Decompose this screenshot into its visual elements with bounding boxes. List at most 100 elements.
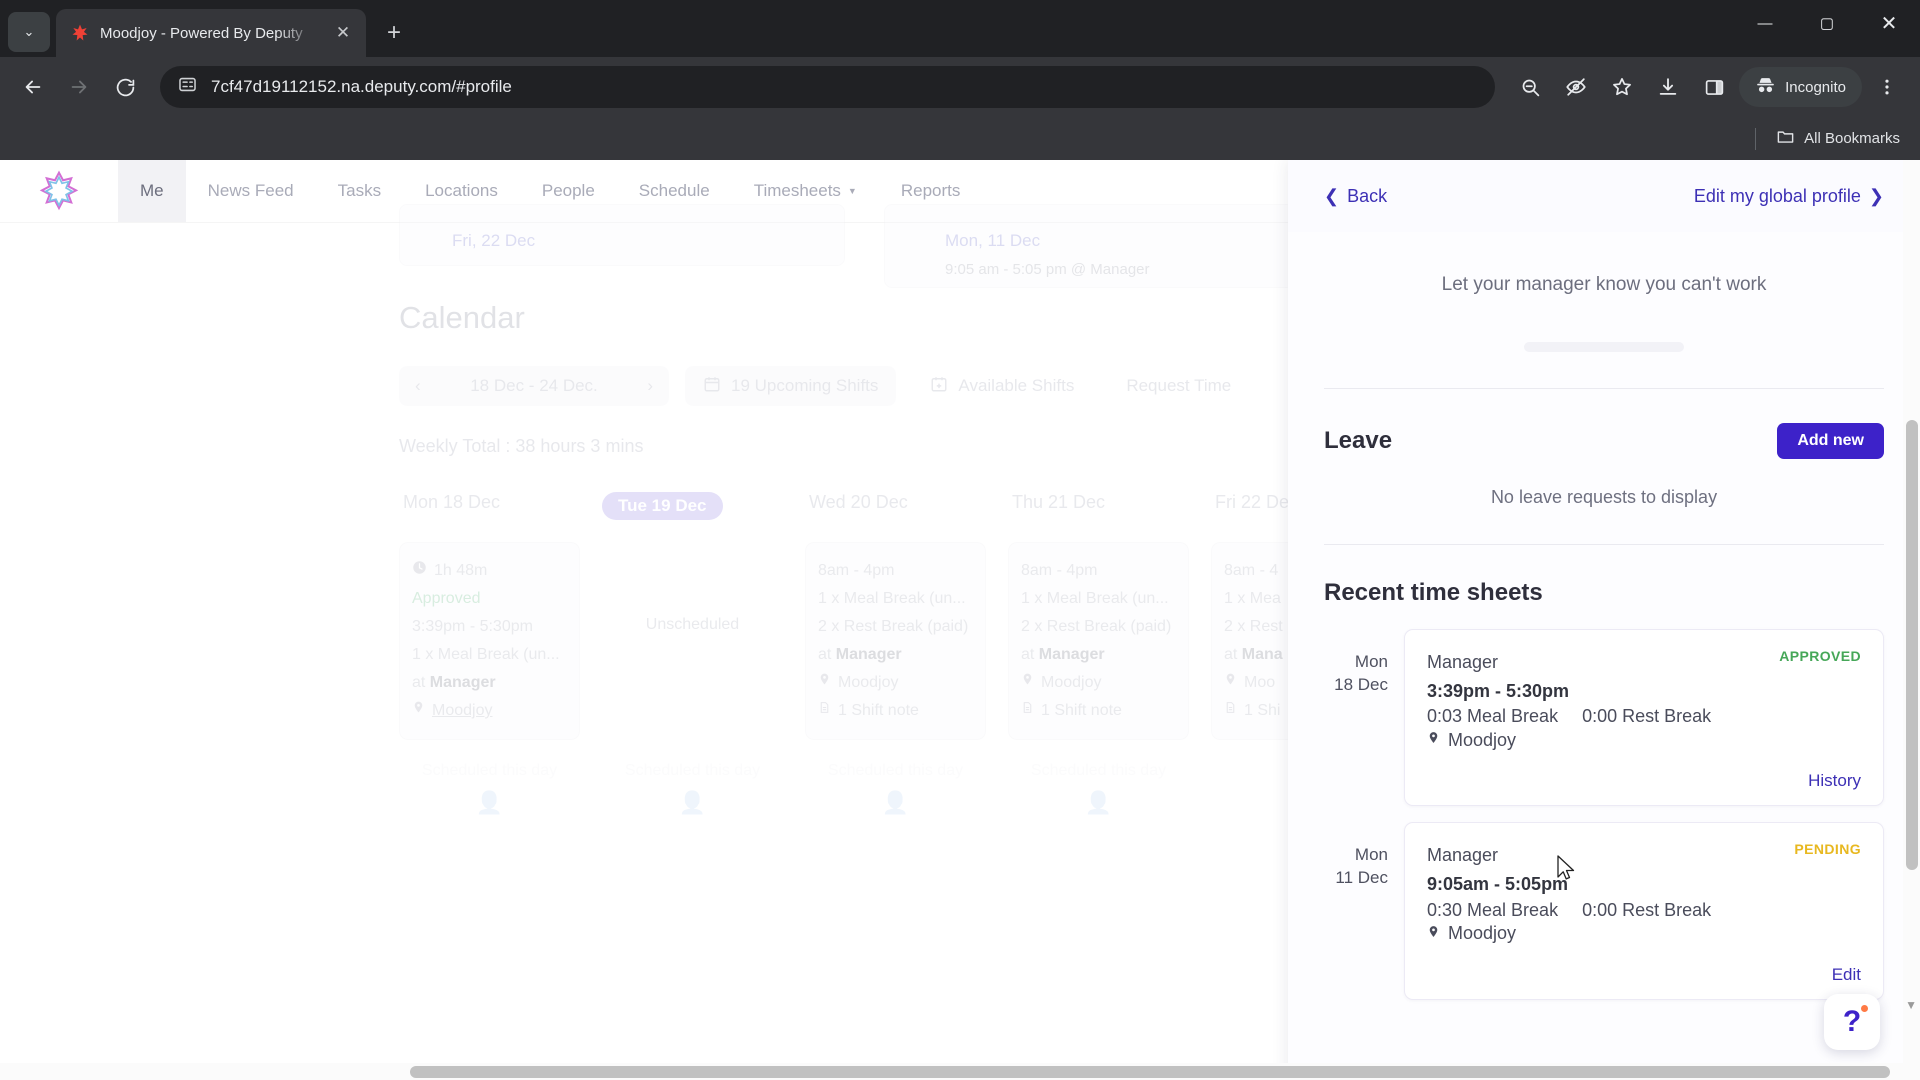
forward-icon[interactable]	[58, 66, 100, 108]
nav-label: Timesheets	[753, 181, 841, 200]
star-icon[interactable]	[1601, 66, 1643, 108]
timesheet-history-button[interactable]: History	[1427, 771, 1861, 791]
recent-timesheets-list: Mon 18 Dec APPROVED Manager 3:39pm - 5:3…	[1324, 629, 1884, 1000]
day-column-thu-21: Thu 21 Dec 8am - 4pm 1 x Meal Break (un.…	[1008, 492, 1211, 740]
chevron-right-icon: ❯	[1868, 185, 1884, 206]
shift-status: Approved	[412, 590, 481, 607]
nav-item-tasks[interactable]: Tasks	[316, 160, 403, 222]
available-shifts-label: Available Shifts	[958, 376, 1075, 395]
scheduled-this-day-row: Scheduled this day 👤 Scheduled this day …	[0, 762, 1300, 816]
timesheet-card[interactable]: PENDING Manager 9:05am - 5:05pm 0:30 Mea…	[1404, 822, 1884, 1000]
chevron-left-icon[interactable]: ‹	[415, 376, 421, 396]
map-pin-icon	[412, 697, 425, 725]
side-panel-icon[interactable]	[1693, 66, 1735, 108]
kebab-menu-icon[interactable]	[1866, 66, 1908, 108]
close-icon[interactable]: ✕	[330, 20, 356, 46]
unscheduled-card: Unscheduled	[602, 536, 783, 714]
timesheet-edit-button[interactable]: Edit	[1427, 965, 1861, 985]
shift-role-value: Manager	[835, 646, 902, 663]
bookmarks-divider	[1755, 127, 1757, 150]
nav-label: Tasks	[337, 181, 382, 200]
back-button[interactable]: ❮ Back	[1324, 186, 1387, 207]
shift-break: 2 x Rest Break (paid)	[818, 618, 969, 635]
shift-location-label[interactable]: Moo	[1244, 669, 1275, 697]
window-controls: — ▢ ✕	[1734, 0, 1920, 46]
back-icon[interactable]	[12, 66, 54, 108]
question-mark-icon: ?	[1842, 1005, 1862, 1038]
app-logo[interactable]	[0, 160, 118, 222]
shift-card[interactable]: 8am - 4pm 1 x Meal Break (un... 2 x Rest…	[1008, 542, 1189, 740]
shift-location-label[interactable]: Moodjoy	[838, 669, 898, 697]
shift-location: Moodjoy	[1021, 669, 1176, 697]
panel-header: ❮ Back Edit my global profile ❯	[1288, 160, 1920, 232]
timesheets-section-header: Recent time sheets	[1324, 579, 1884, 607]
nav-label: Locations	[425, 181, 498, 200]
page-viewport: Me News Feed Tasks Locations People Sche…	[0, 160, 1920, 1080]
window-close-button[interactable]: ✕	[1858, 0, 1920, 46]
url-text: 7cf47d19112152.na.deputy.com/#profile	[211, 77, 512, 96]
incognito-indicator[interactable]: Incognito	[1739, 67, 1862, 107]
note-icon	[1224, 697, 1237, 725]
available-shifts-button[interactable]: Available Shifts	[912, 366, 1092, 406]
shift-card[interactable]: Mon, 11 Dec 9:05 am - 5:05 pm @ Manager	[884, 204, 1294, 288]
map-pin-icon	[1224, 669, 1237, 697]
eye-off-icon[interactable]	[1555, 66, 1597, 108]
all-bookmarks-button[interactable]: All Bookmarks	[1776, 127, 1900, 150]
zoom-out-icon[interactable]	[1509, 66, 1551, 108]
scheduled-label: Scheduled this day	[624, 762, 761, 779]
download-icon[interactable]	[1647, 66, 1689, 108]
week-range-picker[interactable]: ‹ 18 Dec - 24 Dec. ›	[399, 366, 669, 406]
page-horizontal-scroll-thumb[interactable]	[410, 1066, 1890, 1078]
nav-item-news-feed[interactable]: News Feed	[186, 160, 316, 222]
timesheets-title: Recent time sheets	[1324, 579, 1543, 606]
new-tab-button[interactable]: +	[376, 15, 412, 51]
timesheet-location: Moodjoy	[1427, 923, 1861, 945]
shift-card[interactable]: Fri, 22 Dec	[399, 204, 845, 266]
notification-dot-icon	[1861, 1005, 1868, 1012]
tab-search-button[interactable]: ⌄	[8, 12, 50, 52]
chevron-right-icon[interactable]: ›	[647, 376, 653, 396]
person-icon: 👤	[678, 790, 707, 815]
add-new-leave-button[interactable]: Add new	[1777, 423, 1884, 459]
shift-note[interactable]: 1 Shift note	[818, 697, 973, 725]
help-button[interactable]: ?	[1824, 994, 1880, 1050]
shift-role: at Manager	[1021, 641, 1176, 669]
shift-break: 1 x Meal Break (un...	[412, 646, 560, 663]
shift-note[interactable]: 1 Shift note	[1021, 697, 1176, 725]
note-icon	[1021, 697, 1034, 725]
maximize-button[interactable]: ▢	[1796, 0, 1858, 46]
page-info-icon[interactable]	[178, 75, 197, 99]
upcoming-shifts-label: 19 Upcoming Shifts	[731, 376, 879, 395]
unavailability-helper-text: Let your manager know you can't work	[1441, 274, 1767, 295]
page-vertical-scrollbar[interactable]: ▼	[1903, 160, 1920, 1080]
shift-location-label[interactable]: Moodjoy	[1041, 669, 1101, 697]
edit-global-profile-button[interactable]: Edit my global profile ❯	[1694, 186, 1884, 207]
shift-time: 8am - 4pm	[1021, 562, 1098, 579]
day-label: Wed 20 Dec	[809, 492, 908, 512]
page-horizontal-scrollbar[interactable]	[0, 1063, 1903, 1080]
leave-empty-state: No leave requests to display	[1490, 487, 1718, 507]
shift-duration-label: 1h 48m	[434, 562, 488, 579]
reload-icon[interactable]	[104, 66, 146, 108]
address-bar[interactable]: 7cf47d19112152.na.deputy.com/#profile	[160, 66, 1496, 108]
scheduled-cell: Scheduled this day 👤	[805, 762, 1008, 816]
timesheet-location-label: Moodjoy	[1448, 729, 1517, 750]
browser-tab[interactable]: Moodjoy - Powered By Deputy ✕	[56, 9, 366, 57]
request-time-off-button[interactable]: Request Time	[1108, 366, 1249, 406]
page-scroll-down-icon[interactable]: ▼	[1905, 998, 1917, 1012]
timesheet-card[interactable]: APPROVED Manager 3:39pm - 5:30pm 0:03 Me…	[1404, 629, 1884, 807]
page-vertical-scroll-thumb[interactable]	[1906, 420, 1918, 870]
shift-card[interactable]: 8am - 4pm 1 x Meal Break (un... 2 x Rest…	[805, 542, 986, 740]
timesheet-date-day: Mon	[1354, 845, 1388, 865]
day-label-today: Tue 19 Dec	[602, 492, 723, 520]
upcoming-shifts-button[interactable]: 19 Upcoming Shifts	[685, 366, 897, 406]
unavailability-add-placeholder[interactable]	[1524, 342, 1684, 352]
panel-body[interactable]: Let your manager know you can't work Lea…	[1288, 232, 1920, 1080]
shift-card[interactable]: 1h 48m Approved 3:39pm - 5:30pm 1 x Meal…	[399, 542, 580, 740]
nav-label: People	[541, 181, 595, 200]
profile-slideover-panel: ❮ Back Edit my global profile ❯ Let your…	[1288, 160, 1920, 1080]
shift-role: at Manager	[412, 669, 567, 697]
minimize-button[interactable]: —	[1734, 0, 1796, 46]
nav-item-me[interactable]: Me	[118, 160, 186, 222]
shift-location-label[interactable]: Moodjoy	[432, 697, 492, 725]
